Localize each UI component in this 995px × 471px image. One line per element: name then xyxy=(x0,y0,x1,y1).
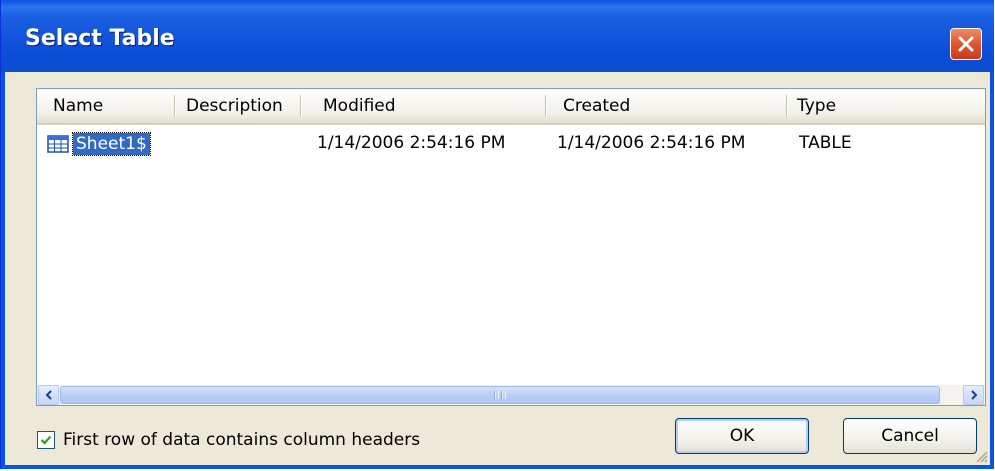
resize-grip-icon[interactable] xyxy=(974,449,988,463)
list-header: Name Description Modified Created Type xyxy=(37,89,985,125)
scroll-right-button[interactable] xyxy=(963,385,984,405)
first-row-headers-checkbox[interactable] xyxy=(37,431,55,449)
column-divider[interactable] xyxy=(300,95,302,117)
dialog-body: Name Description Modified Created Type S… xyxy=(1,72,994,469)
first-row-headers-label: First row of data contains column header… xyxy=(63,430,421,450)
grip-icon xyxy=(494,391,506,399)
close-icon xyxy=(958,36,974,52)
row-created: 1/14/2006 2:54:16 PM xyxy=(557,133,746,153)
column-header-description[interactable]: Description xyxy=(178,89,300,123)
row-type: TABLE xyxy=(799,133,852,153)
dialog-title: Select Table xyxy=(25,26,175,51)
ok-button[interactable]: OK xyxy=(675,418,809,454)
column-divider[interactable] xyxy=(786,95,788,117)
select-table-dialog: Select Table Name Description Modified C… xyxy=(0,0,994,469)
scroll-thumb[interactable] xyxy=(60,386,940,404)
row-name-cell[interactable]: Sheet1$ xyxy=(47,132,151,156)
row-modified: 1/14/2006 2:54:16 PM xyxy=(317,133,506,153)
column-divider[interactable] xyxy=(545,95,547,117)
column-header-modified[interactable]: Modified xyxy=(315,89,545,123)
table-row[interactable]: Sheet1$ 1/14/2006 2:54:16 PM 1/14/2006 2… xyxy=(37,129,985,157)
first-row-headers-option[interactable]: First row of data contains column header… xyxy=(37,428,420,452)
column-header-type[interactable]: Type xyxy=(789,89,939,123)
table-icon xyxy=(47,135,69,153)
cancel-button[interactable]: Cancel xyxy=(843,418,977,454)
column-header-name[interactable]: Name xyxy=(45,89,175,123)
arrow-right-icon xyxy=(970,390,977,400)
checkmark-icon xyxy=(40,435,52,445)
scroll-left-button[interactable] xyxy=(38,385,59,405)
horizontal-scrollbar[interactable] xyxy=(37,385,985,405)
table-list[interactable]: Name Description Modified Created Type S… xyxy=(36,88,986,406)
column-divider[interactable] xyxy=(174,95,176,117)
arrow-left-icon xyxy=(45,390,52,400)
close-button[interactable] xyxy=(950,28,982,60)
column-header-created[interactable]: Created xyxy=(555,89,785,123)
row-name: Sheet1$ xyxy=(72,132,151,156)
